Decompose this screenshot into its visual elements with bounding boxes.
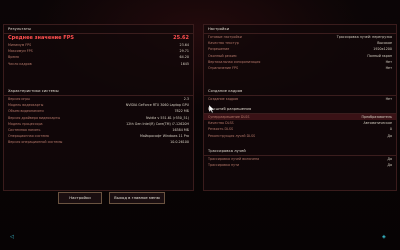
settings-section: Настройки Готовые настройки Трассировка л… — [204, 25, 396, 71]
left-panel: Результаты Среднее значение FPS 25.62 Ми… — [3, 24, 194, 191]
system-title: Характеристики системы — [4, 87, 193, 96]
avg-fps-value: 25.62 — [173, 35, 189, 41]
results-row: Число кадров 1645 — [4, 61, 193, 67]
row-value: Нет — [385, 65, 392, 70]
controller-icon: ◈ — [382, 234, 386, 240]
mouse-cursor-icon — [209, 105, 215, 113]
row-label: Версия операционной системы — [8, 140, 63, 145]
settings-button[interactable]: Настройки — [58, 192, 102, 204]
settings-title: Настройки — [204, 25, 396, 34]
row-label: Реконструкция лучей DLSS — [208, 133, 256, 138]
ray-tracing-title: Трассировка лучей — [204, 147, 396, 156]
avg-fps-row: Среднее значение FPS 25.62 — [4, 34, 193, 42]
ray-tracing-section: Трассировка лучей Трассировка лучей вклю… — [204, 147, 396, 168]
upscaling-row: Реконструкция лучей DLSS Да — [204, 133, 396, 139]
frame-gen-row: Создание кадров Нет — [204, 96, 396, 102]
row-value: Нет — [385, 97, 392, 101]
results-title: Результаты — [4, 25, 193, 34]
row-label: Создание кадров — [208, 97, 239, 101]
upscaling-section: Масштаб разрешения Суперразрешение DLSS П… — [204, 105, 396, 139]
back-icon[interactable]: ◁ — [10, 234, 14, 240]
row-value: 10.0.26100 — [170, 140, 189, 145]
results-section: Результаты Среднее значение FPS 25.62 Ми… — [4, 25, 193, 67]
avg-fps-label: Среднее значение FPS — [8, 35, 74, 41]
right-panel: Настройки Готовые настройки Трассировка л… — [203, 24, 397, 191]
upscaling-title: Масштаб разрешения — [204, 105, 396, 114]
exit-to-main-menu-button[interactable]: Выход в главное меню — [109, 192, 165, 204]
row-value: Да — [387, 163, 392, 168]
row-value: 1645 — [180, 61, 189, 66]
row-value: Да — [387, 133, 392, 138]
row-label: Трассировка пути — [208, 163, 240, 168]
system-row: Версия операционной системы 10.0.26100 — [4, 139, 193, 145]
system-section: Характеристики системы Версия игры 2.3 Мо… — [4, 87, 193, 146]
row-label: Ограничение FPS — [208, 65, 239, 70]
frame-gen-section: Создание кадров Создание кадров Нет — [204, 87, 396, 102]
row-value: Автоматическое — [363, 121, 392, 126]
frame-gen-title: Создание кадров — [204, 87, 396, 96]
settings-row: Ограничение FPS Нет — [204, 65, 396, 71]
row-label: Число кадров — [8, 61, 32, 66]
ray-tracing-row: Трассировка пути Да — [204, 162, 396, 168]
